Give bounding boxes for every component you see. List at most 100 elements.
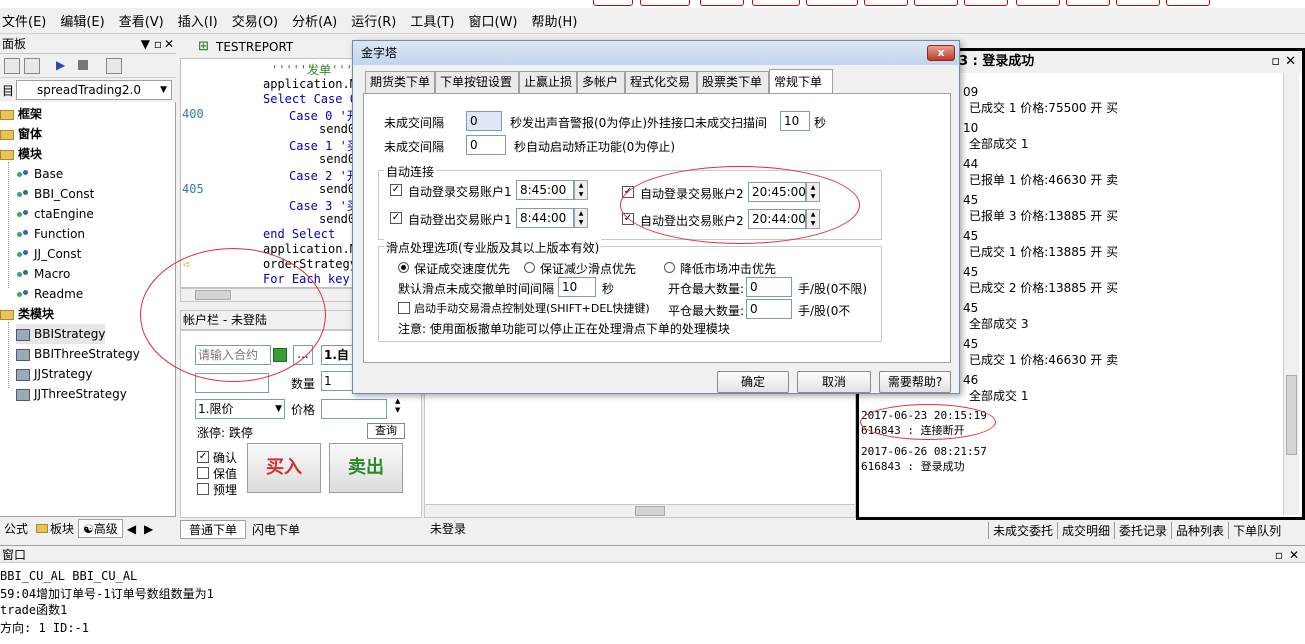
pre-order-checkbox[interactable] [197, 483, 209, 495]
keep-price-checkbox[interactable] [197, 467, 209, 479]
menu-window[interactable]: 窗口(W) [468, 11, 517, 30]
tab-general-order[interactable]: 常规下单 [769, 69, 833, 93]
tree-node-modules[interactable]: 模块 [0, 144, 42, 164]
buy-button[interactable]: 买入 [247, 443, 321, 493]
scroll-thumb[interactable] [635, 506, 665, 516]
tree-node-window[interactable]: 窗体 [0, 124, 42, 144]
sell-button[interactable]: 卖出 [329, 443, 403, 493]
menu-tools[interactable]: 工具(T) [410, 11, 454, 30]
cancel-interval-input[interactable]: 10 [558, 277, 596, 297]
top-button[interactable] [593, 0, 633, 6]
tree-item-module[interactable]: Readme [16, 284, 83, 304]
menu-insert[interactable]: 插入(I) [178, 11, 218, 30]
scan-interval-input[interactable]: 10 [780, 111, 810, 131]
auto-login-1-time[interactable]: 8:45:00 [516, 180, 574, 200]
pin-icon[interactable]: ▫ [1271, 51, 1280, 73]
ok-button[interactable]: 确定 [717, 371, 789, 393]
tab-flash-order[interactable]: 闪电下单 [246, 521, 306, 538]
tree-item-class[interactable]: BBIStrategy [16, 324, 106, 344]
document-icon[interactable] [106, 58, 122, 74]
help-button[interactable]: 需要帮助? [879, 371, 951, 393]
close-icon[interactable]: ✕ [164, 34, 174, 54]
menu-help[interactable]: 帮助(H) [531, 11, 577, 30]
price-input[interactable] [321, 399, 387, 419]
tab-scroll-right-icon[interactable]: ▶ [140, 522, 157, 536]
time-spinner[interactable]: ▲ ▼ [574, 180, 588, 200]
play-icon[interactable]: ▶ [56, 58, 65, 72]
top-button[interactable] [640, 0, 690, 6]
tab-instruments[interactable]: 品种列表 [1171, 521, 1228, 539]
tree-item-module[interactable]: Base [16, 164, 63, 184]
pin-icon[interactable]: ▫ [1275, 546, 1283, 564]
tab-advanced[interactable]: ☯高级 [78, 519, 123, 538]
open-max-input[interactable]: 0 [746, 277, 792, 297]
tab-order-button-settings[interactable]: 下单按钮设置 [435, 71, 519, 93]
radio-slippage-priority[interactable] [524, 262, 535, 273]
manual-slippage-checkbox[interactable] [398, 302, 410, 314]
menu-file[interactable]: 文件(E) [2, 11, 46, 30]
dialog-close-button[interactable]: x [927, 45, 955, 61]
close-icon[interactable]: ✕ [1285, 51, 1296, 73]
auto-login-1-checkbox[interactable]: ✓ [390, 184, 402, 196]
tree-item-module[interactable]: JJ_Const [16, 244, 81, 264]
tree-node-framework[interactable]: 框架 [0, 104, 42, 124]
auto-correct-interval-input[interactable]: 0 [466, 135, 506, 155]
tab-multi-account[interactable]: 多帐户 [577, 71, 625, 93]
menu-analysis[interactable]: 分析(A) [292, 11, 337, 30]
tree-item-module[interactable]: Macro [16, 264, 70, 284]
top-button[interactable] [1016, 0, 1060, 6]
scroll-thumb[interactable] [1286, 375, 1297, 455]
tree-item-module[interactable]: ctaEngine [16, 204, 94, 224]
cancel-button[interactable]: 取消 [797, 371, 871, 393]
editor-tab[interactable]: TESTREPORT [216, 36, 293, 58]
grid-icon[interactable] [24, 58, 40, 74]
list-icon[interactable] [4, 58, 20, 74]
tab-stock-order[interactable]: 股票类下单 [697, 71, 769, 93]
tab-scroll-left-icon[interactable]: ◀ [123, 522, 140, 536]
grid-horizontal-scrollbar[interactable] [424, 504, 856, 518]
tree-item-class[interactable]: JJThreeStrategy [16, 384, 127, 404]
dropdown-icon[interactable]: ▼ [141, 34, 150, 54]
tree-item-module[interactable]: BBI_Const [16, 184, 94, 204]
top-button[interactable] [700, 0, 744, 6]
confirm-checkbox[interactable]: ✓ [197, 451, 209, 463]
radio-impact-priority[interactable] [664, 262, 675, 273]
query-button[interactable]: 查询 [367, 423, 405, 439]
tab-order-history[interactable]: 委托记录 [1114, 521, 1171, 539]
tab-stop-profit-loss[interactable]: 止赢止损 [519, 71, 577, 93]
auto-logout-1-time[interactable]: 8:44:00 [516, 208, 574, 228]
tree-node-class-modules[interactable]: 类模块 [0, 304, 54, 324]
close-max-input[interactable]: 0 [746, 299, 792, 319]
log-vertical-scrollbar[interactable] [1283, 73, 1299, 515]
tree-item-module[interactable]: Function [16, 224, 85, 244]
top-button[interactable] [964, 0, 1008, 6]
time-spinner[interactable]: ▲ ▼ [574, 208, 588, 228]
tab-normal-order[interactable]: 普通下单 [180, 519, 247, 539]
project-combo[interactable]: spreadTrading2.0 ▼ [16, 80, 172, 100]
pin-icon[interactable]: ▫ [154, 34, 162, 54]
tab-order-queue[interactable]: 下单队列 [1228, 521, 1285, 539]
top-button[interactable] [1066, 0, 1110, 6]
radio-speed-priority[interactable] [398, 262, 409, 273]
menu-trade[interactable]: 交易(O) [232, 11, 278, 30]
tab-pending-orders[interactable]: 未成交委托 [988, 521, 1057, 539]
menu-view[interactable]: 查看(V) [119, 11, 164, 30]
top-button[interactable] [806, 0, 858, 6]
price-type-select[interactable]: 1.限价 ▼ [195, 399, 285, 419]
tab-futures-order[interactable]: 期货类下单 [365, 71, 435, 93]
price-spinner[interactable]: ▲ ▼ [395, 397, 400, 415]
top-button[interactable] [864, 0, 908, 6]
alarm-interval-input[interactable]: 0 [466, 111, 502, 131]
tree-item-class[interactable]: JJStrategy [16, 364, 93, 384]
tab-formula[interactable]: 公式 [0, 520, 32, 537]
top-button[interactable] [914, 0, 958, 6]
stop-icon[interactable] [78, 60, 88, 70]
tab-fills[interactable]: 成交明细 [1057, 521, 1114, 539]
tab-sector[interactable]: 板块 [32, 520, 78, 537]
top-button[interactable] [1116, 0, 1160, 6]
menu-run[interactable]: 运行(R) [351, 11, 396, 30]
auto-logout-1-checkbox[interactable]: ✓ [390, 212, 402, 224]
tree-item-class[interactable]: BBIThreeStrategy [16, 344, 140, 364]
menu-edit[interactable]: 编辑(E) [60, 11, 104, 30]
tab-programmatic-trading[interactable]: 程式化交易 [625, 71, 697, 93]
